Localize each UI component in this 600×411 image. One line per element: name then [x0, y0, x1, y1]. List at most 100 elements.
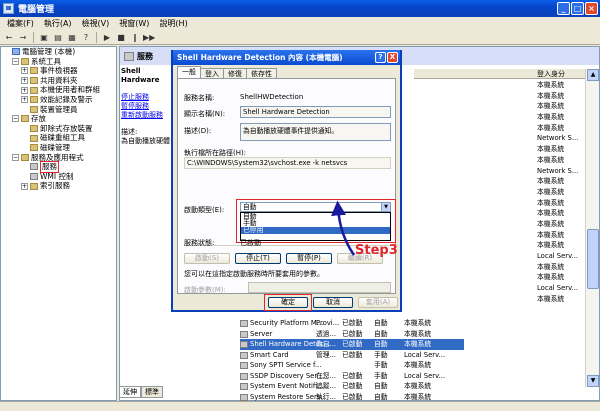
tree-item[interactable]: 裝置管理員 [1, 105, 116, 115]
tree-item[interactable]: − 存放 [1, 114, 116, 124]
tree-item[interactable]: WMI 控制 [1, 172, 116, 182]
menu-action[interactable]: 執行(A) [39, 18, 77, 29]
start-params-input[interactable] [248, 282, 391, 293]
tab-extended[interactable]: 延伸 [119, 386, 141, 398]
tree-item[interactable]: 磁碟重組工具 [1, 133, 116, 143]
menu-window[interactable]: 視窗(W) [114, 18, 154, 29]
collapse-icon[interactable]: − [12, 57, 19, 65]
dialog-close-button[interactable]: X [387, 52, 398, 63]
expand-icon[interactable]: + [21, 96, 28, 104]
table-row[interactable]: 本機系統 [414, 187, 598, 198]
back-icon[interactable]: ← [3, 32, 15, 43]
tree-item[interactable]: + 事件檢視器 [1, 66, 116, 76]
restart-service-link[interactable]: 重新啟動服務 [121, 111, 175, 120]
display-name-field[interactable]: Shell Hardware Detection [240, 106, 391, 118]
properties-icon[interactable]: ▤ [52, 32, 64, 43]
table-row[interactable]: 本機系統 [414, 294, 598, 305]
show-tree-icon[interactable]: ▣ [38, 32, 50, 43]
table-row[interactable]: 本機系統 [414, 123, 598, 134]
table-row[interactable]: SSDP Discovery Ser... 在您... 已啟動 手動 Local Ser… [240, 371, 464, 382]
table-row[interactable]: 本機系統 [414, 240, 598, 251]
table-row[interactable]: Network S... [414, 133, 598, 144]
help-icon[interactable]: ? [80, 32, 92, 43]
table-row[interactable]: 本機系統 [414, 198, 598, 209]
play-icon[interactable]: ▶ [101, 32, 113, 43]
table-row[interactable]: 本機系統 [414, 230, 598, 241]
dialog-help-button[interactable]: ? [375, 52, 386, 63]
expand-icon[interactable]: + [21, 77, 28, 85]
expand-icon[interactable]: + [21, 86, 28, 94]
tree-item[interactable]: 磁碟管理 [1, 143, 116, 153]
table-row[interactable]: 本機系統 [414, 101, 598, 112]
maximize-button[interactable]: □ [571, 2, 584, 15]
table-row[interactable]: Smart Card 管理... 已啟動 手動 Local Serv... [240, 350, 464, 361]
table-row[interactable]: Security Platform M... Provi... 已啟動 自動 本機系統 [240, 318, 464, 329]
tree-item[interactable]: + 效能記錄及警示 [1, 95, 116, 105]
menu-file[interactable]: 檔案(F) [2, 18, 39, 29]
scroll-down-icon[interactable]: ▼ [587, 375, 599, 387]
pause-service-link[interactable]: 暫停服務 [121, 102, 175, 111]
table-row[interactable]: 本機系統 [414, 155, 598, 166]
menu-help[interactable]: 說明(H) [154, 18, 192, 29]
table-row[interactable]: 本機系統 [414, 80, 598, 91]
table-row[interactable]: 本機系統 [414, 144, 598, 155]
cell-logon: 本機系統 [404, 319, 432, 327]
apply-button[interactable]: 套用(A) [358, 297, 398, 308]
collapse-icon[interactable]: − [12, 153, 19, 161]
tree-item[interactable]: − 系統工具 [1, 57, 116, 67]
table-row[interactable]: 本機系統 [414, 112, 598, 123]
scroll-up-icon[interactable]: ▲ [587, 69, 599, 81]
tree-item[interactable]: + 本機使用者和群組 [1, 85, 116, 95]
scroll-thumb[interactable] [587, 229, 599, 289]
export-icon[interactable]: ▦ [66, 32, 78, 43]
logon-cell: 本機系統 [537, 113, 565, 122]
cell-logon: 本機系統 [404, 329, 432, 338]
table-row[interactable]: 本機系統 [414, 91, 598, 102]
cell-name: Smart Card [250, 350, 289, 359]
tree-item[interactable]: 服務 [1, 161, 116, 173]
pause-icon[interactable]: ‖ [129, 32, 141, 43]
table-row[interactable]: Sony SPTI Service f... 手動 本機系統 [240, 360, 464, 371]
expand-icon[interactable]: + [21, 182, 28, 190]
console-tree: 電腦管理 (本機) − 系統工具 + 事件檢視器 + 共用資料夾 + 本機使用者和群組 + 效能記錄… [0, 46, 117, 401]
forward-icon[interactable]: → [17, 32, 29, 43]
description-field[interactable]: 為自動播放硬體事件提供通知。 [240, 123, 391, 141]
table-row[interactable]: Server 透過... 已啟動 自動 本機系統 [240, 329, 464, 340]
tab-logon[interactable]: 登入 [200, 68, 224, 78]
collapse-icon[interactable]: − [12, 115, 19, 123]
tab-recovery[interactable]: 修復 [223, 68, 247, 78]
tab-dependencies[interactable]: 依存性 [246, 68, 277, 78]
table-row[interactable]: 本機系統 [414, 176, 598, 187]
close-button[interactable]: × [585, 2, 598, 15]
column-logon[interactable]: 登入身分 [537, 69, 565, 79]
service-status-value: 已啟動 [240, 239, 261, 247]
logon-cell: Network S... [537, 134, 579, 143]
tab-standard[interactable]: 標準 [141, 386, 163, 398]
tree-item[interactable]: + 共用資料夾 [1, 76, 116, 86]
cancel-button[interactable]: 取消 [313, 297, 353, 308]
table-row[interactable]: Local Serv... [414, 283, 598, 294]
expand-icon[interactable]: + [21, 67, 28, 75]
table-row[interactable]: 本機系統 [414, 262, 598, 273]
table-row[interactable]: 本機系統 [414, 272, 598, 283]
table-row[interactable]: 本機系統 [414, 208, 598, 219]
start-button[interactable]: 啟動(S) [184, 253, 230, 264]
minimize-button[interactable]: _ [557, 2, 570, 15]
restart-icon[interactable]: ▶▶ [143, 32, 155, 43]
tree-item[interactable]: + 索引服務 [1, 181, 116, 191]
stop-icon[interactable]: ■ [115, 32, 127, 43]
menu-view[interactable]: 檢視(V) [77, 18, 115, 29]
tab-general[interactable]: 一般 [177, 66, 201, 78]
tree-item[interactable]: 卸除式存放裝置 [1, 124, 116, 134]
table-row[interactable]: Network S... [414, 166, 598, 177]
tree-item-label: 共用資料夾 [40, 75, 78, 85]
cell-name: Sony SPTI Service f... [250, 361, 322, 369]
table-row[interactable]: 本機系統 [414, 219, 598, 230]
vertical-scrollbar[interactable]: ▲ ▼ [585, 69, 599, 387]
stop-button[interactable]: 停止(T) [235, 253, 281, 264]
stop-service-link[interactable]: 停止服務 [121, 93, 175, 102]
table-row[interactable]: Local Serv... [414, 251, 598, 262]
pause-button[interactable]: 暫停(P) [286, 253, 332, 264]
table-row[interactable]: Shell Hardware Detec... 為自... 已啟動 自動 本機系統 [240, 339, 464, 350]
tree-item[interactable]: 電腦管理 (本機) [1, 47, 116, 57]
